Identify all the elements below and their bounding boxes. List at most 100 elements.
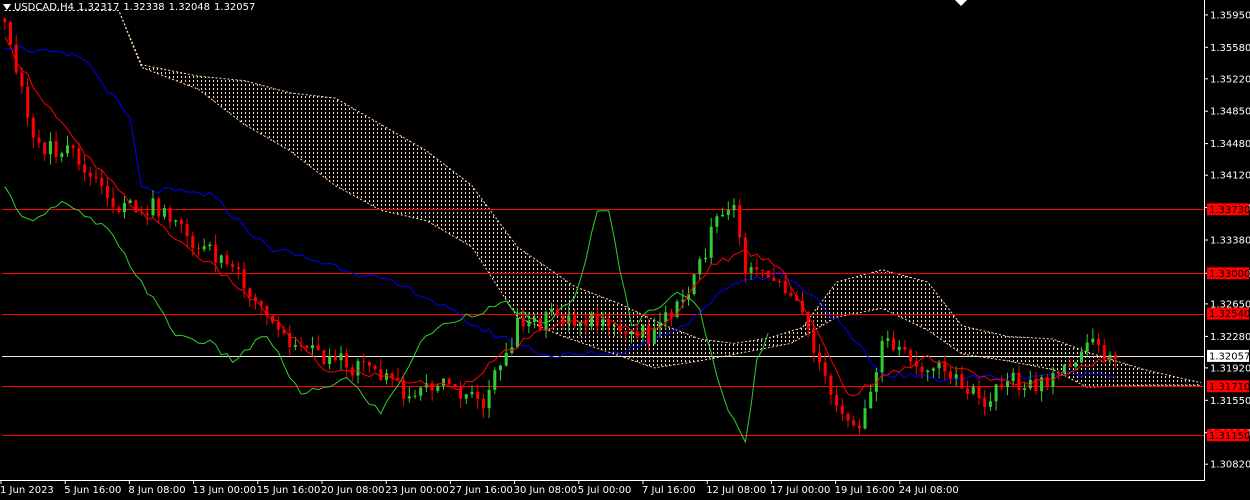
candle-body	[1080, 351, 1083, 363]
candle-body	[493, 370, 497, 390]
candle	[903, 340, 907, 354]
price-tick-label: 1.34850	[1210, 107, 1250, 118]
candle-body	[1023, 388, 1027, 390]
chart-shift-marker-icon[interactable]	[955, 0, 967, 6]
time-tick-label: 1 Jun 2023	[0, 485, 54, 496]
candle	[379, 358, 383, 382]
candle-body	[624, 331, 628, 335]
high-value: 1.32338	[123, 2, 165, 13]
candle-body	[94, 176, 98, 178]
candle-body	[442, 378, 445, 386]
candle	[413, 390, 417, 399]
candle-body	[1057, 372, 1061, 374]
candle	[3, 17, 7, 31]
price-tick-label: 1.35950	[1210, 10, 1250, 21]
candle-body	[880, 340, 884, 373]
candle-body	[430, 383, 434, 391]
candle	[481, 393, 485, 418]
candle	[909, 348, 913, 369]
candle	[88, 166, 92, 186]
candle	[829, 373, 833, 405]
candle-body	[931, 368, 935, 371]
candle-body	[402, 380, 406, 399]
close-value: 1.32057	[214, 2, 256, 13]
candle	[926, 369, 930, 382]
candle	[202, 238, 206, 252]
candle-body	[208, 244, 212, 247]
candle	[766, 269, 770, 279]
candle-body	[339, 353, 343, 361]
candle	[288, 324, 292, 356]
candle	[1102, 338, 1106, 362]
candle-body	[1000, 384, 1004, 388]
candle-body	[778, 281, 782, 282]
candle	[971, 383, 975, 395]
candle	[14, 35, 18, 75]
candle-body	[379, 369, 383, 380]
candle-body	[954, 374, 958, 379]
candle-body	[538, 318, 542, 330]
candle	[174, 219, 178, 227]
time-tick-label: 27 Jun 16:00	[449, 485, 513, 496]
candle-body	[105, 185, 109, 198]
candle-body	[840, 405, 844, 414]
time-tick-label: 20 Jun 08:00	[321, 485, 385, 496]
time-tick-label: 23 Jun 00:00	[385, 485, 449, 496]
candle-body	[561, 315, 565, 324]
candle	[157, 196, 161, 223]
candle	[874, 367, 878, 402]
candle	[100, 169, 104, 195]
candle-body	[316, 345, 320, 351]
candle-body	[641, 325, 645, 337]
candle-body	[1097, 338, 1101, 345]
candle-body	[231, 264, 235, 268]
level-tag-label: 1.31150	[1209, 431, 1250, 442]
time-tick-label: 8 Jun 08:00	[128, 485, 185, 496]
candle	[732, 198, 736, 218]
candle-body	[345, 353, 349, 368]
candle-body	[396, 377, 400, 381]
candle-body	[835, 394, 839, 406]
price-chart[interactable]: 1.35950 1.35580 1.35220 1.34850 1.34480 1.341…	[0, 0, 1250, 500]
candle	[407, 386, 411, 403]
candle-body	[971, 387, 975, 394]
candle	[949, 365, 952, 385]
candle	[840, 398, 844, 422]
candle	[869, 384, 873, 409]
candle-body	[533, 318, 537, 322]
candle	[1023, 383, 1027, 398]
candle-body	[333, 356, 337, 361]
candle-body	[892, 338, 895, 350]
candle	[105, 178, 109, 207]
candle-body	[37, 137, 41, 143]
candle	[476, 384, 480, 409]
candle	[60, 151, 64, 163]
candle	[818, 344, 821, 371]
candle-body	[1017, 372, 1021, 390]
candle-body	[812, 329, 816, 353]
candle	[459, 380, 463, 408]
symbol-dropdown-icon[interactable]	[3, 4, 11, 10]
candle	[823, 353, 827, 385]
candle	[1017, 365, 1021, 397]
candles[interactable]	[3, 17, 1118, 436]
candle-body	[823, 362, 827, 376]
candle	[419, 386, 423, 401]
candle	[715, 213, 719, 234]
candle-body	[573, 315, 576, 326]
candle-body	[726, 210, 730, 215]
candle-body	[1068, 365, 1072, 367]
price-tick-label: 1.32280	[1210, 332, 1250, 343]
candle	[1097, 333, 1101, 354]
candle-body	[1062, 365, 1066, 374]
candle	[123, 196, 126, 219]
candle	[231, 260, 235, 273]
candle	[966, 380, 970, 400]
candle-body	[949, 371, 952, 379]
candle	[977, 379, 981, 405]
candle	[197, 242, 200, 257]
candle-body	[328, 356, 332, 364]
candle	[117, 205, 121, 215]
time-tick-label: 5 Jul 00:00	[578, 485, 632, 496]
candle-body	[521, 318, 525, 327]
